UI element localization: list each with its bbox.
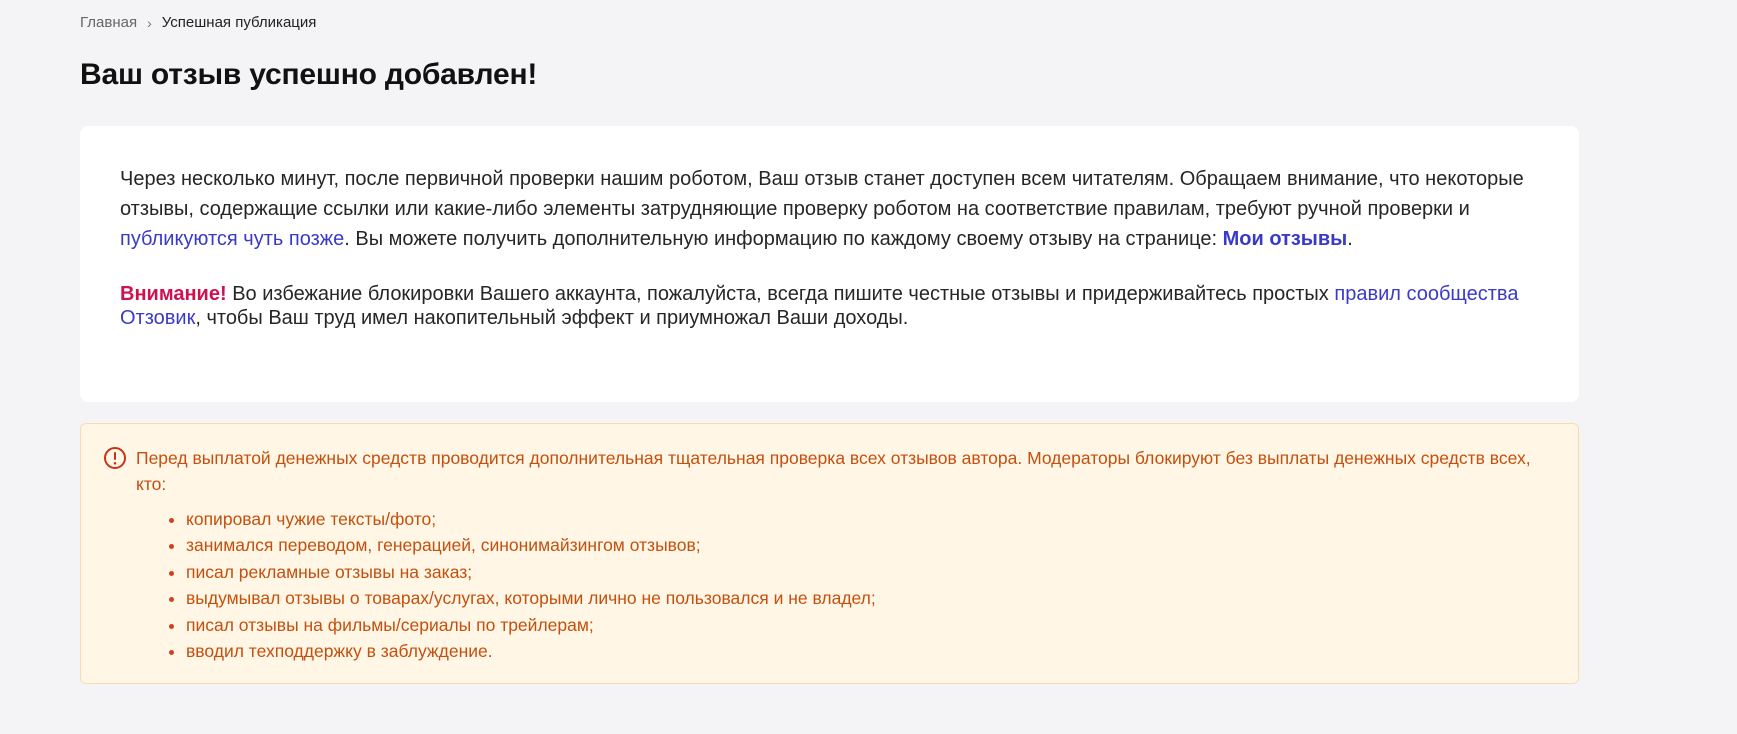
info-text-2: . Вы можете получить дополнительную инфо… [344,228,1223,250]
page: Главная › Успешная публикация Ваш отзыв … [0,0,1737,734]
exclamation-circle-icon [103,446,127,470]
info-card: Через несколько минут, после первичной п… [80,126,1579,402]
warning-text-1: Во избежание блокировки Вашего аккаунта,… [226,283,1335,305]
breadcrumb: Главная › Успешная публикация [80,14,316,31]
notice-list: копировал чужие тексты/фото; занимался п… [136,506,1538,664]
notice-text: Перед выплатой денежных средств проводит… [136,448,1531,494]
breadcrumb-home-link[interactable]: Главная [80,14,137,31]
notice-list-item: копировал чужие тексты/фото; [186,506,1538,532]
notice-list-item: вводил техподдержку в заблуждение. [186,638,1538,664]
warning-text-2: , чтобы Ваш труд имел накопительный эффе… [195,307,909,329]
info-paragraph: Через несколько минут, после первичной п… [120,164,1539,254]
warning-paragraph: Внимание! Во избежание блокировки Вашего… [120,282,1539,330]
published-later-link[interactable]: публикуются чуть позже [120,228,344,250]
info-text-end: . [1347,228,1353,250]
breadcrumb-separator: › [147,14,152,31]
breadcrumb-current: Успешная публикация [161,14,317,31]
notice-list-item: занимался переводом, генерацией, синоним… [186,532,1538,558]
notice-list-item: писал отзывы на фильмы/сериалы по трейле… [186,612,1538,638]
payout-notice: Перед выплатой денежных средств проводит… [80,423,1579,684]
page-title: Ваш отзыв успешно добавлен! [80,58,538,91]
notice-list-item: выдумывал отзывы о товарах/услугах, кото… [186,585,1538,611]
notice-list-item: писал рекламные отзывы на заказ; [186,559,1538,585]
my-reviews-link[interactable]: Мои отзывы [1223,228,1348,250]
info-text-1: Через несколько минут, после первичной п… [120,168,1524,220]
attention-label: Внимание! [120,283,227,305]
